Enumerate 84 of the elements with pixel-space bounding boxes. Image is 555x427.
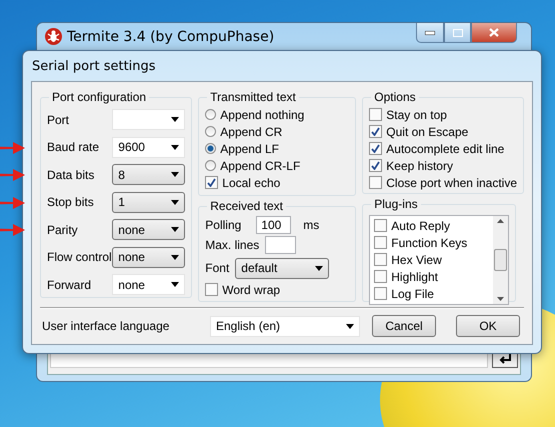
scrollbar[interactable]	[493, 216, 508, 304]
field-label: Stop bits	[47, 195, 94, 210]
checkbox[interactable]	[369, 125, 382, 138]
maximize-button[interactable]	[444, 23, 471, 43]
dropdown[interactable]: none	[112, 246, 186, 268]
language-dropdown[interactable]: English (en)	[210, 316, 360, 336]
caret-icon	[171, 172, 180, 178]
polling-field[interactable]: 100	[256, 216, 292, 234]
field-label: Port	[47, 112, 70, 127]
checkbox-label: Autocomplete edit line	[386, 142, 504, 156]
dialog-title: Serial port settings	[32, 59, 156, 74]
maximize-icon	[452, 28, 462, 36]
caret-icon	[171, 254, 180, 260]
caret-icon	[171, 117, 180, 122]
field-label: Data bits	[47, 168, 94, 182]
checkbox-label: Stay on top	[386, 108, 447, 122]
radio-button[interactable]	[205, 126, 216, 137]
enter-icon	[498, 354, 512, 364]
caret-icon	[171, 227, 180, 232]
field-label: Baud rate	[47, 140, 100, 154]
dialog-button[interactable]: Cancel	[372, 315, 436, 337]
dialog-button[interactable]: OK	[456, 315, 520, 337]
group-title: Transmitted text	[209, 90, 297, 104]
field-label: Flow control	[47, 250, 112, 264]
checkbox[interactable]	[374, 219, 388, 232]
checkbox[interactable]	[369, 159, 382, 172]
checkbox[interactable]	[205, 283, 218, 296]
font-dropdown[interactable]: default	[235, 258, 330, 278]
caret-icon	[346, 324, 354, 328]
dropdown[interactable]: none	[112, 219, 186, 240]
checkbox[interactable]	[369, 176, 382, 189]
checkmark-icon	[207, 178, 216, 187]
group-title: Received text	[209, 199, 284, 213]
checkbox[interactable]	[374, 236, 388, 249]
checkbox-label: Quit on Escape	[386, 124, 468, 138]
close-button[interactable]	[471, 23, 517, 43]
caret-icon	[315, 266, 324, 270]
dropdown[interactable]: none	[112, 274, 186, 296]
max-lines-field[interactable]	[265, 236, 296, 254]
unit-label: ms	[303, 218, 320, 232]
checkbox-label: Word wrap	[222, 282, 280, 296]
termite-logo-icon	[45, 28, 62, 45]
radio-label: Append LF	[220, 142, 279, 156]
group-title: Options	[373, 90, 417, 104]
field-label: Max. lines	[205, 238, 260, 252]
checkbox-label: Keep history	[386, 158, 453, 172]
checkbox[interactable]	[374, 270, 388, 283]
checkbox-label: Local echo	[222, 176, 280, 190]
radio-label: Append CR-LF	[220, 158, 300, 172]
radio-label: Append CR	[220, 124, 282, 138]
caret-icon	[171, 282, 180, 288]
field-label: Font	[205, 261, 230, 275]
scroll-up-icon	[497, 219, 504, 223]
checkbox-label: Auto Reply	[391, 218, 450, 232]
radio-button[interactable]	[205, 143, 216, 154]
checkbox-label: Close port when inactive	[386, 176, 517, 190]
field-label: Forward	[47, 278, 92, 292]
checkbox[interactable]	[374, 287, 388, 300]
checkbox[interactable]	[374, 253, 388, 266]
checkbox-label: Log File	[391, 286, 434, 300]
minimize-icon	[425, 30, 435, 34]
window-title: Termite 3.4 (by CompuPhase)	[67, 29, 274, 45]
minimize-button[interactable]	[416, 23, 444, 43]
caret-icon	[171, 200, 180, 205]
group-title: Plug-ins	[373, 197, 419, 211]
checkbox[interactable]	[205, 176, 218, 189]
dropdown[interactable]: 8	[112, 164, 186, 186]
checkbox-label: Hex View	[391, 252, 442, 266]
checkbox-label: Function Keys	[391, 236, 468, 250]
dropdown[interactable]: 1	[112, 192, 186, 213]
radio-button[interactable]	[205, 160, 216, 171]
scrollbar-thumb[interactable]	[494, 249, 508, 271]
checkbox[interactable]	[369, 142, 382, 155]
radio-label: Append nothing	[220, 108, 304, 122]
close-icon	[489, 28, 499, 37]
dropdown[interactable]: 9600	[112, 136, 186, 158]
radio-button[interactable]	[205, 109, 216, 120]
checkbox-label: Highlight	[391, 270, 438, 284]
field-label: Parity	[47, 222, 78, 237]
field-label: Polling	[205, 218, 242, 232]
group-title: Port configuration	[51, 90, 148, 104]
checkbox[interactable]	[369, 108, 382, 121]
field-label: User interface language	[41, 319, 170, 333]
caret-icon	[171, 144, 180, 150]
